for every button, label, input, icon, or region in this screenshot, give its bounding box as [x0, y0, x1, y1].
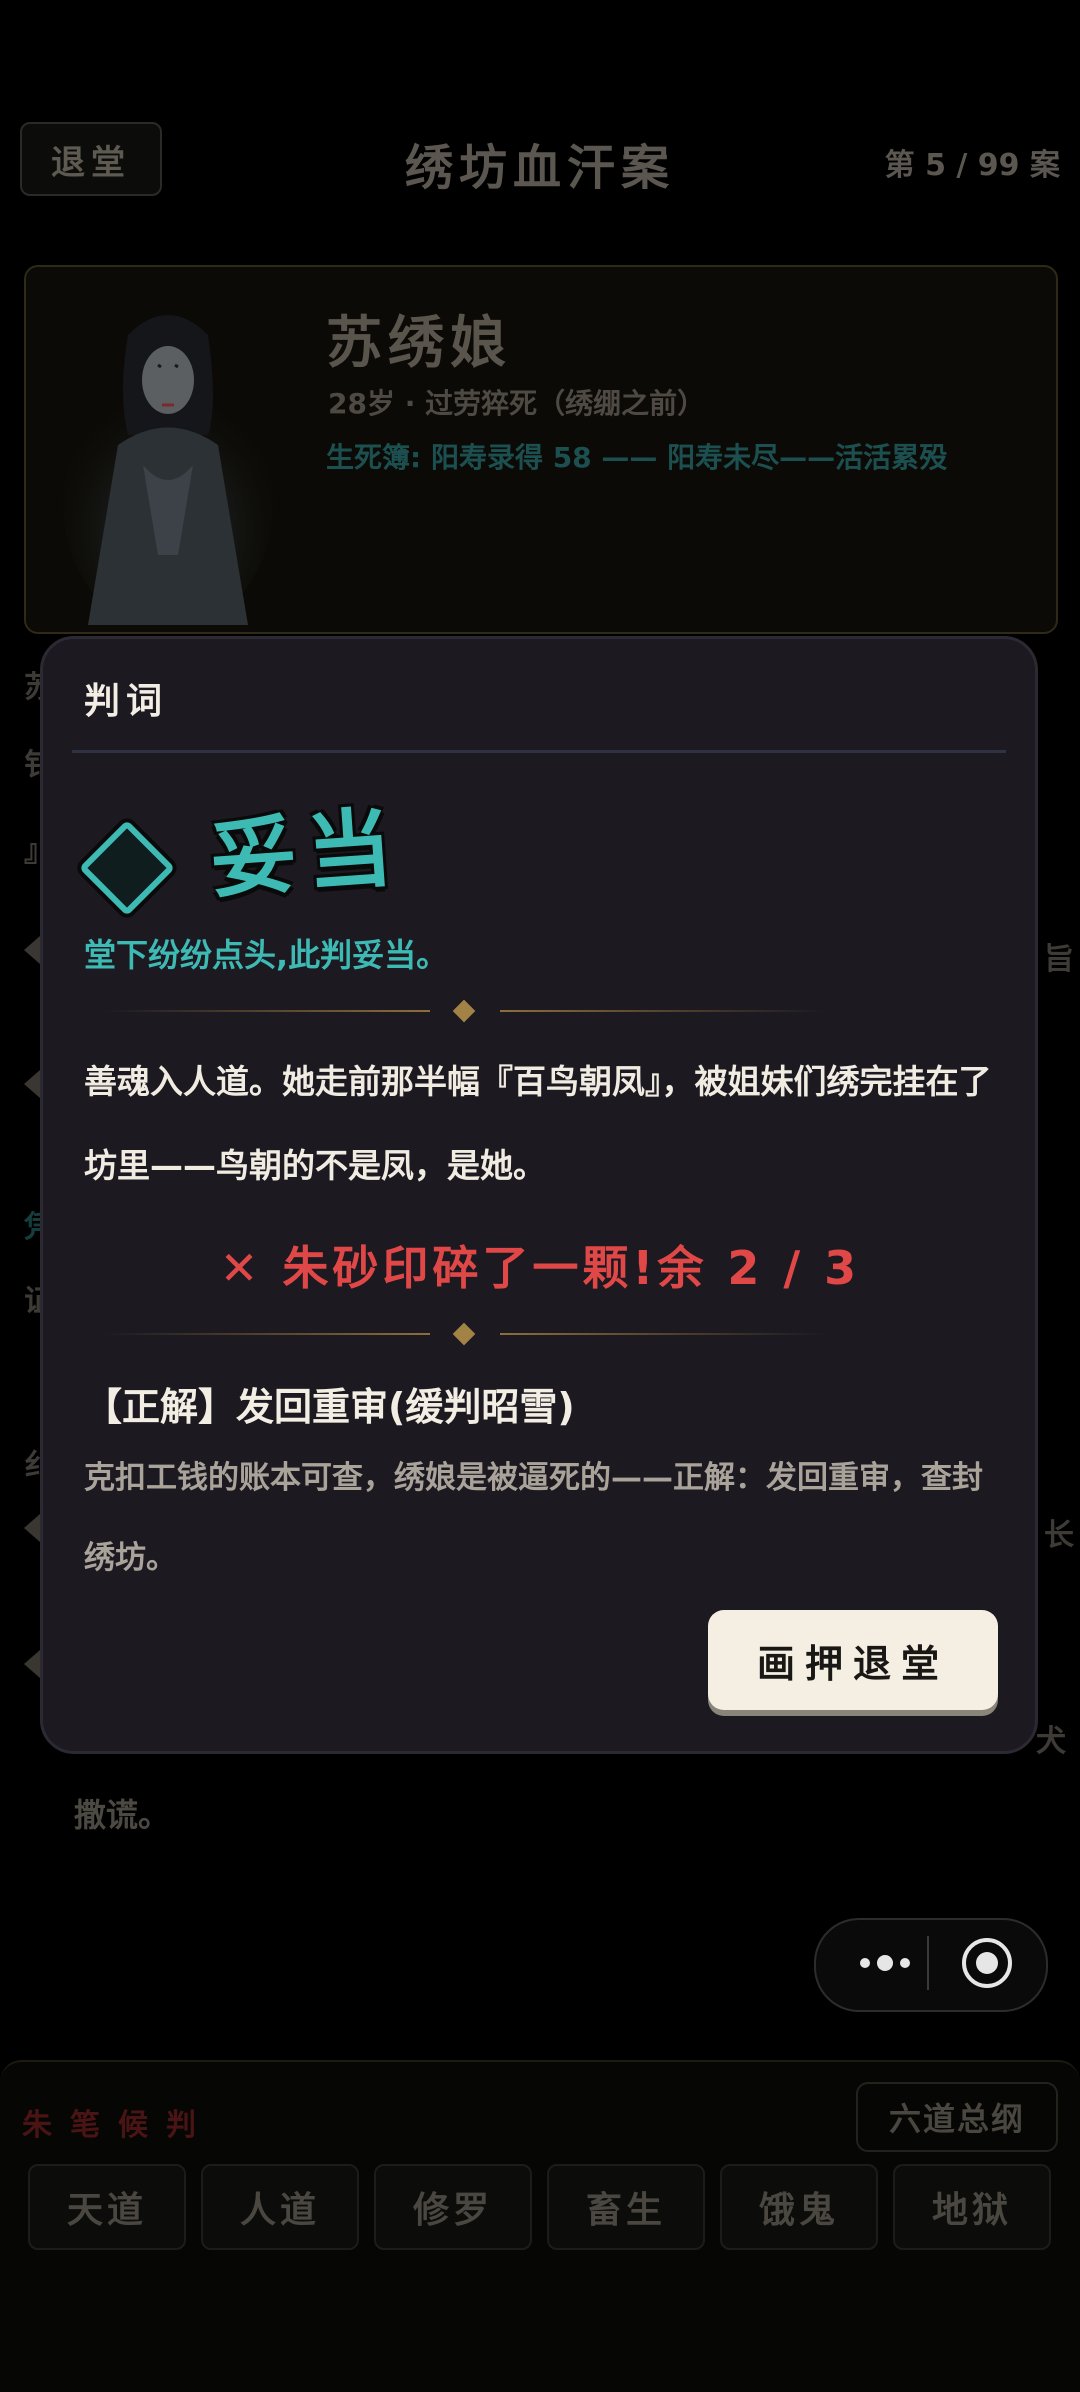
option-arrow-icon[interactable]: [24, 1514, 40, 1542]
section-label: 朱笔候判: [22, 2108, 214, 2143]
bg-fragment: 长: [1044, 1518, 1074, 1553]
path-button-rendao[interactable]: 人道: [201, 2164, 359, 2250]
character-meta: 28岁 · 过劳猝死（绣绷之前）: [328, 387, 706, 420]
correct-answer-body: 克扣工钱的账本可查，绣娘是被逼死的——正解：发回重审，查封绣坊。: [84, 1460, 983, 1576]
capsule-divider: [927, 1936, 929, 1990]
correct-answer-heading: 【正解】发回重审(缓判昭雪): [84, 1385, 575, 1429]
sign-and-dismiss-button[interactable]: 画押退堂: [708, 1610, 998, 1710]
close-target-icon[interactable]: [962, 1938, 1012, 1988]
verdict-result: 妥当: [207, 797, 406, 911]
verdict-story: 善魂入人道。她走前那半幅『百鸟朝凤』，被姐妹们绣完挂在了坊里——鸟朝的不是凤，是…: [84, 1062, 992, 1185]
overview-button[interactable]: 六道总纲: [856, 2082, 1058, 2152]
bg-fragment: 犬: [1036, 1724, 1066, 1759]
more-icon[interactable]: [840, 1936, 930, 1990]
bg-fragment: 旨: [1044, 942, 1074, 977]
portrait-image: [63, 315, 273, 625]
path-button-egui[interactable]: 饿鬼: [720, 2164, 878, 2250]
option-arrow-icon[interactable]: [24, 1070, 40, 1098]
modal-title: 判词: [84, 681, 169, 722]
verdict-subtitle: 堂下纷纷点头,此判妥当。: [84, 936, 449, 974]
path-button-chusheng[interactable]: 畜生: [547, 2164, 705, 2250]
ornament-line: [500, 1010, 826, 1012]
lifebook-entry: 生死簿: 阳寿录得 58 —— 阳寿未尽——活活累殁: [326, 441, 948, 474]
ornament-line: [500, 1333, 826, 1335]
character-name: 苏绣娘: [326, 311, 512, 376]
option-arrow-icon[interactable]: [24, 936, 40, 964]
path-button-tiandao[interactable]: 天道: [28, 2164, 186, 2250]
path-button-diyu[interactable]: 地狱: [893, 2164, 1051, 2250]
bg-lie-text: 撒谎。: [74, 1796, 171, 1834]
case-progress: 第 5 / 99 案: [884, 148, 1060, 183]
divider: [72, 750, 1006, 753]
path-button-xiuluo[interactable]: 修罗: [374, 2164, 532, 2250]
ornament-line: [104, 1010, 430, 1012]
penalty-text: ✕ 朱砂印碎了一颗!余 2 / 3: [219, 1241, 861, 1295]
ornament-line: [104, 1333, 430, 1335]
option-arrow-icon[interactable]: [24, 1650, 40, 1678]
